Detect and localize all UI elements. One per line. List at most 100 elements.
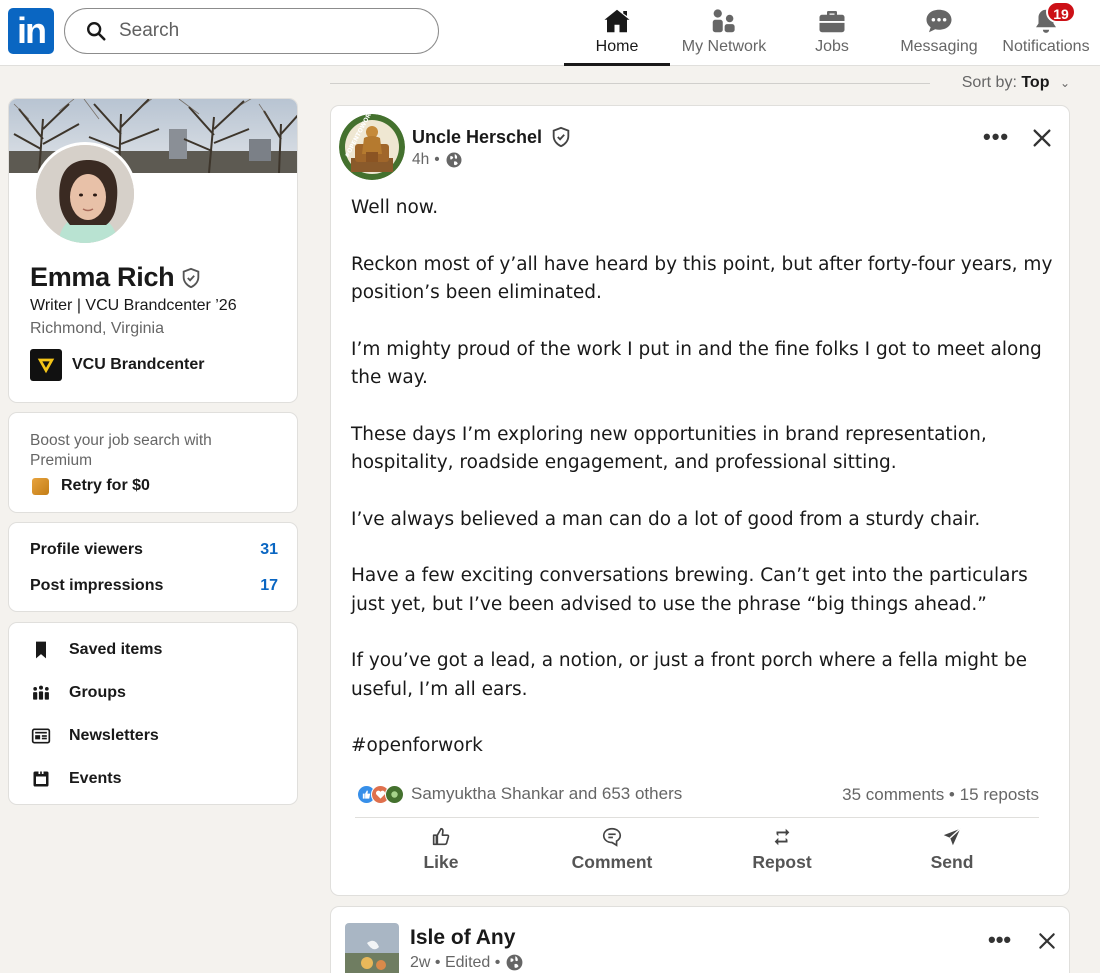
reaction-support-icon <box>385 784 404 804</box>
next-post-meta: 2w • Edited • <box>410 953 524 972</box>
nav-jobs-label: Jobs <box>815 38 849 55</box>
feed-sort-bar: Sort by: Top ⌄ <box>330 72 1070 94</box>
premium-card[interactable]: Boost your job search with Premium Retry… <box>8 412 298 513</box>
sort-dropdown[interactable]: Sort by: Top ⌄ <box>962 74 1070 92</box>
sort-prefix: Sort by: <box>961 74 1017 91</box>
nav-jobs[interactable]: Jobs <box>790 0 874 66</box>
like-label: Like <box>423 852 459 872</box>
globe-icon <box>506 954 523 971</box>
send-button[interactable]: Send <box>892 826 1012 873</box>
post-actions-divider <box>355 817 1039 818</box>
message-icon <box>926 9 952 33</box>
close-icon[interactable] <box>1037 931 1057 951</box>
post-author-name: Uncle Herschel <box>412 126 543 147</box>
shortcut-label: Saved items <box>69 641 163 658</box>
post-hashtag[interactable]: #openforwork <box>351 732 1056 761</box>
repost-icon <box>774 828 790 846</box>
next-post-more-options-icon[interactable]: ••• <box>988 927 1011 953</box>
post-paragraph: I’ve always believed a man can do a lot … <box>351 508 981 530</box>
post-time: 4h <box>412 151 430 168</box>
post-paragraph: Have a few exciting conversations brewin… <box>351 565 1028 615</box>
nav-messaging-label: Messaging <box>900 38 978 55</box>
nav-notifications-label: Notifications <box>1002 38 1090 55</box>
post-body: Well now. Reckon most of y’all have hear… <box>351 194 1056 761</box>
vcu-brandcenter-logo-icon <box>30 349 62 381</box>
post-paragraph: If you’ve got a lead, a notion, or just … <box>351 650 1027 700</box>
profile-name-text: Emma Rich <box>30 262 175 292</box>
stat-profile-viewers[interactable]: Profile viewers 31 <box>30 541 278 559</box>
like-button[interactable]: Like <box>381 826 501 873</box>
calendar-icon <box>33 771 49 787</box>
nav-notifications[interactable]: 19 Notifications <box>996 0 1096 66</box>
post-paragraph: These days I’m exploring new opportuniti… <box>351 423 987 474</box>
shortcut-label: Events <box>69 770 122 787</box>
nav-my-network-label: My Network <box>681 38 767 55</box>
post-paragraph: I’m mighty proud of the work I put in an… <box>351 338 1042 389</box>
sort-value: Top <box>1021 74 1050 91</box>
stat-post-impressions[interactable]: Post impressions 17 <box>30 577 278 595</box>
shortcuts-card: Saved items Groups Newsletters Events <box>8 622 298 805</box>
stat-label: Post impressions <box>30 577 164 594</box>
stat-value: 31 <box>260 541 278 558</box>
post-more-options-icon[interactable]: ••• <box>983 124 1009 150</box>
send-label: Send <box>930 852 974 872</box>
groups-icon <box>33 685 49 700</box>
next-post-meta-text: 2w • Edited • <box>410 953 501 971</box>
feed-post: #OPENTOWORK Uncle Herschel 4h • ••• Well… <box>330 105 1070 896</box>
verified-shield-icon <box>183 267 200 288</box>
shortcut-groups[interactable]: Groups <box>31 683 126 703</box>
nav-my-network[interactable]: My Network <box>672 0 776 66</box>
profile-name[interactable]: Emma Rich <box>30 262 202 293</box>
linkedin-logo-icon[interactable]: in <box>8 8 54 54</box>
comment-button[interactable]: Comment <box>552 826 672 873</box>
repost-label: Repost <box>752 852 812 872</box>
stat-value: 17 <box>260 577 278 594</box>
post-author-avatar[interactable]: #OPENTOWORK <box>339 114 405 180</box>
newsletter-icon <box>31 728 51 744</box>
nav-messaging[interactable]: Messaging <box>893 0 985 66</box>
profile-card: Emma Rich Writer | VCU Brandcenter ’26 R… <box>8 98 298 403</box>
verified-shield-icon <box>552 126 570 148</box>
shortcut-newsletters[interactable]: Newsletters <box>31 726 159 746</box>
post-paragraph: Well now. <box>351 197 439 218</box>
post-reactions[interactable]: Samyuktha Shankar and 653 others <box>357 784 682 804</box>
like-icon <box>432 827 450 846</box>
post-engagement-counts[interactable]: 35 comments • 15 reposts <box>842 785 1039 805</box>
post-paragraph: Reckon most of y’all have heard by this … <box>351 253 1053 304</box>
comment-label: Comment <box>571 852 653 872</box>
premium-promo-text: Boost your job search with Premium <box>30 432 212 469</box>
profile-stats-card: Profile viewers 31 Post impressions 17 <box>8 522 298 612</box>
profile-organization[interactable]: VCU Brandcenter <box>30 349 204 381</box>
network-icon <box>712 9 735 33</box>
bookmark-icon <box>36 641 46 659</box>
search-input[interactable] <box>119 20 419 42</box>
shortcut-events[interactable]: Events <box>31 769 121 789</box>
next-post-author[interactable]: Isle of Any <box>410 926 515 950</box>
search-bar[interactable] <box>64 8 439 54</box>
send-icon <box>943 828 961 846</box>
premium-icon <box>32 477 49 495</box>
stat-label: Profile viewers <box>30 541 143 558</box>
search-icon <box>87 22 106 41</box>
shortcut-saved-items[interactable]: Saved items <box>31 640 162 660</box>
repost-button[interactable]: Repost <box>722 826 842 873</box>
shortcut-label: Newsletters <box>69 727 159 744</box>
comment-icon <box>602 827 622 847</box>
home-icon <box>604 9 630 33</box>
nav-home[interactable]: Home <box>564 0 670 66</box>
meta-separator: • <box>434 151 440 168</box>
premium-retry-link[interactable]: Retry for $0 <box>32 477 150 495</box>
shortcut-label: Groups <box>69 684 126 701</box>
globe-icon <box>446 152 462 168</box>
feed-post-next: Isle of Any 2w • Edited • ••• <box>330 906 1070 973</box>
next-post-avatar[interactable] <box>345 923 399 973</box>
post-author[interactable]: Uncle Herschel <box>412 126 572 148</box>
profile-location: Richmond, Virginia <box>30 320 164 337</box>
profile-avatar[interactable] <box>33 142 137 246</box>
close-icon[interactable] <box>1031 127 1053 149</box>
premium-retry-label: Retry for $0 <box>61 477 150 494</box>
top-nav: in Home My Network Jobs Messaging 19 Not… <box>0 0 1100 66</box>
post-meta: 4h • <box>412 151 463 169</box>
reactions-text[interactable]: Samyuktha Shankar and 653 others <box>411 784 682 804</box>
nav-home-label: Home <box>595 38 639 55</box>
